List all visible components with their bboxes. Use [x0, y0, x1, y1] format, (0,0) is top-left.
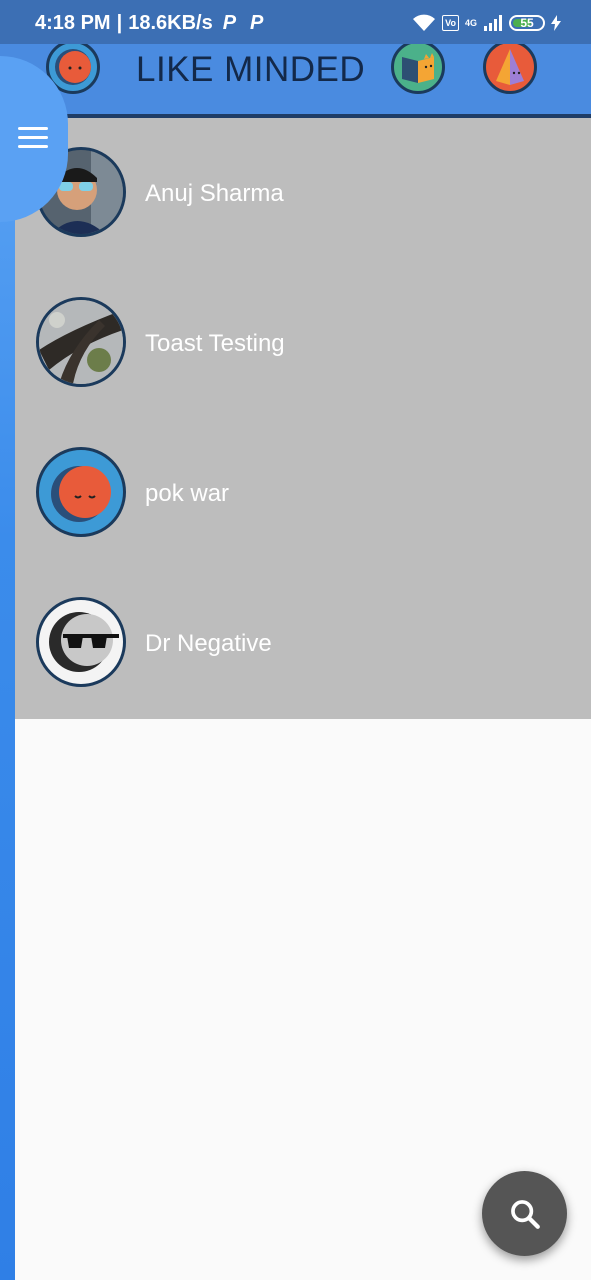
sunglasses-moon-icon	[49, 612, 119, 672]
battery-level: 55	[520, 16, 534, 30]
sunglasses-moon-avatar	[36, 597, 126, 687]
hamburger-menu-icon[interactable]	[18, 127, 48, 149]
red-moon-face-icon	[51, 466, 111, 522]
drawer-edge	[0, 44, 15, 1280]
user-name: Toast Testing	[145, 330, 285, 357]
status-left: 4:18 PM | 18.6KB/s P P	[35, 12, 264, 34]
volte-icon: Vo	[442, 15, 459, 31]
p-app-icon: P	[222, 12, 237, 34]
book-cat-button[interactable]	[391, 40, 445, 94]
user-name: pok war	[145, 480, 230, 507]
list-item[interactable]: Anuj Sharma	[15, 118, 591, 268]
status-bar: 4:18 PM | 18.6KB/s P P Vo 4G 55	[0, 0, 591, 44]
user-name: Anuj Sharma	[145, 180, 284, 207]
tree-photo-avatar	[36, 297, 126, 387]
battery-icon: 55	[509, 15, 545, 31]
user-name: Dr Negative	[145, 630, 272, 657]
tree-photo-icon	[39, 300, 123, 384]
charging-icon	[551, 15, 561, 31]
pyramid-icon	[496, 49, 524, 85]
signal-icon	[484, 15, 502, 31]
list-item[interactable]: Toast Testing	[15, 268, 591, 418]
app-title: LIKE MINDED	[136, 50, 366, 89]
p-app-icon-2: P	[250, 12, 264, 34]
search-button[interactable]	[482, 1171, 567, 1256]
status-speed: 18.6KB/s	[128, 12, 213, 34]
network-type: 4G	[464, 18, 477, 28]
list-item[interactable]: pok war	[15, 418, 591, 568]
status-right: Vo 4G 55	[412, 14, 561, 32]
list-item[interactable]: Dr Negative	[15, 568, 591, 718]
red-moon-icon	[55, 49, 91, 85]
search-icon	[510, 1199, 540, 1229]
header-underline	[0, 114, 591, 118]
status-time: 4:18 PM	[35, 12, 111, 34]
red-moon-avatar	[36, 447, 126, 537]
user-list: Anuj Sharma Toast Testing pok war Dr Neg…	[15, 118, 591, 719]
wifi-icon	[413, 14, 436, 31]
book-cat-icon	[402, 53, 434, 83]
pyramid-button[interactable]	[483, 40, 537, 94]
